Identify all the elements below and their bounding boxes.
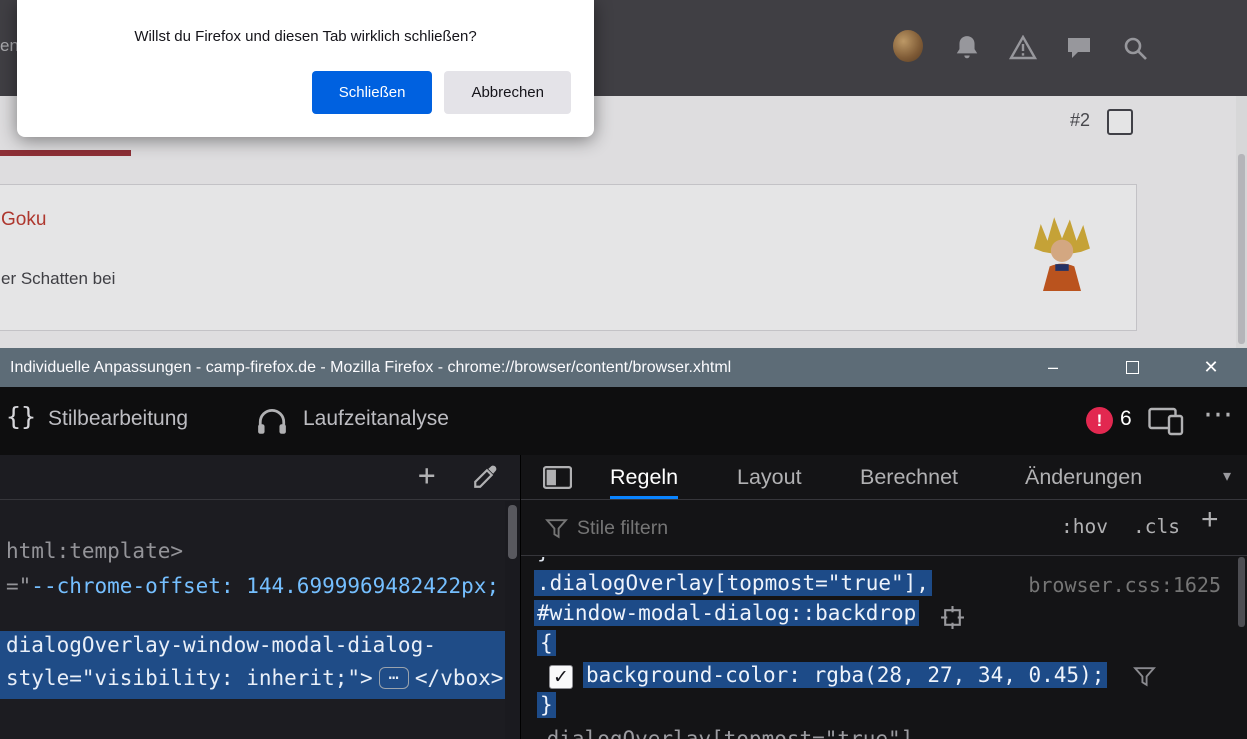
previous-rule-close-brace: } — [537, 557, 550, 563]
close-tab-dialog: Willst du Firefox und diesen Tab wirklic… — [17, 0, 594, 137]
rules-panel: Regeln Layout Berechnet Änderungen ▾ :ho… — [521, 455, 1247, 739]
markup-selected-id-text: dialogOverlay-window-modal-dialog- — [6, 633, 436, 657]
tab-style-editor[interactable]: Stilbearbeitung — [48, 407, 188, 431]
add-node-button[interactable]: + — [418, 458, 435, 492]
rules-scrollbar[interactable] — [1236, 557, 1247, 739]
tab-regeln[interactable]: Regeln — [610, 455, 678, 499]
warning-icon[interactable] — [1008, 33, 1038, 63]
markup-selected-line-1[interactable]: dialogOverlay-window-modal-dialog- — [6, 633, 436, 657]
avatar-image — [893, 30, 923, 62]
rule-close-brace: } — [537, 693, 556, 717]
window-titlebar[interactable]: Individuelle Anpassungen - camp-firefox.… — [0, 348, 1247, 387]
notifications-bell-icon[interactable] — [952, 33, 982, 63]
post-author-link[interactable]: Goku — [1, 209, 46, 231]
maximize-icon — [1126, 361, 1139, 374]
markup-line-template[interactable]: html:template> — [6, 539, 183, 563]
declaration-filter-icon[interactable] — [1133, 665, 1156, 693]
markup-style-attr: style="visibility: inherit;"> — [6, 666, 373, 690]
post-select-checkbox[interactable] — [1107, 109, 1133, 135]
page-scrollbar-thumb[interactable] — [1238, 154, 1245, 344]
dialog-buttons: Schließen Abbrechen — [312, 71, 571, 114]
markup-scrollbar[interactable] — [505, 501, 520, 739]
selector-text-1: .dialogOverlay[topmost="true"], — [534, 570, 932, 596]
page-scrollbar[interactable] — [1236, 96, 1247, 348]
post-number[interactable]: #2 — [1070, 110, 1090, 131]
tab-overflow-chevron-icon[interactable]: ▾ — [1223, 466, 1231, 486]
next-rule-selector-partial[interactable]: .dialogOverlay[topmost="true"] — [534, 727, 913, 739]
tab-berechnet[interactable]: Berechnet — [860, 455, 958, 499]
markup-attr-equals: =" — [6, 574, 31, 598]
style-editor-icon: {} — [6, 402, 36, 431]
minimize-button[interactable]: – — [1025, 348, 1081, 387]
close-button[interactable]: Schließen — [312, 71, 433, 114]
maximize-button[interactable] — [1104, 348, 1160, 387]
tab-layout[interactable]: Layout — [737, 455, 802, 499]
class-toggle[interactable]: .cls — [1133, 515, 1180, 538]
markup-selected-node[interactable]: dialogOverlay-window-modal-dialog- style… — [0, 631, 505, 699]
rule-selector-line-2[interactable]: #window-modal-dialog::backdrop — [534, 601, 919, 625]
rules-scrollbar-thumb[interactable] — [1238, 557, 1245, 627]
pseudo-class-toggle[interactable]: :hov — [1061, 515, 1108, 538]
tab-performance[interactable]: Laufzeitanalyse — [303, 407, 449, 431]
markup-chrome-offset-value: --chrome-offset: 144.6999969482422px; — [31, 574, 499, 598]
toggle-pane-icon[interactable] — [543, 465, 572, 495]
devtools-toolbar: {} Stilbearbeitung Laufzeitanalyse ! 6 ⋯ — [0, 387, 1247, 455]
responsive-design-mode-icon[interactable] — [1148, 406, 1184, 441]
add-rule-button[interactable]: + — [1201, 503, 1219, 537]
selector-highlighter-icon[interactable] — [940, 605, 965, 635]
rules-list: } .dialogOverlay[topmost="true"], browse… — [521, 557, 1247, 739]
markup-scrollbar-thumb[interactable] — [508, 505, 517, 559]
rule-open-brace: { — [537, 631, 556, 655]
rules-filterbar: :hov .cls + — [521, 501, 1247, 556]
devtools-menu-button[interactable]: ⋯ — [1203, 397, 1233, 432]
search-icon[interactable] — [1120, 33, 1150, 63]
rule-source-link[interactable]: browser.css:1625 — [1028, 573, 1221, 597]
error-count: 6 — [1120, 407, 1132, 431]
markup-line-chrome-offset[interactable]: ="--chrome-offset: 144.6999969482422px; — [6, 574, 499, 598]
markup-selected-line-2[interactable]: style="visibility: inherit;"> ⋯ </vbox> — [6, 666, 503, 690]
close-window-button[interactable]: ✕ — [1183, 348, 1239, 387]
user-avatar[interactable] — [893, 31, 923, 61]
firefox-window: en #2 Goku er Schatten bei — [0, 0, 1247, 739]
performance-icon — [256, 406, 288, 441]
selector-text-2: #window-modal-dialog::backdrop — [534, 600, 919, 626]
post-text: er Schatten bei — [1, 269, 115, 289]
eyedropper-icon[interactable] — [472, 464, 498, 495]
markup-view: + html:template> ="--chrome-offset: 144.… — [0, 455, 520, 739]
sidebar-tabbar: Regeln Layout Berechnet Änderungen ▾ — [521, 455, 1247, 500]
markup-closing-tag: </vbox> — [415, 666, 504, 690]
tab-aenderungen[interactable]: Änderungen — [1025, 455, 1142, 499]
close-brace-text: } — [537, 692, 556, 718]
markup-toolbar: + — [0, 455, 520, 500]
open-brace-text: { — [537, 630, 556, 656]
expand-node-pill[interactable]: ⋯ — [379, 667, 409, 689]
declaration-text: background-color: rgba(28, 27, 34, 0.45)… — [583, 662, 1107, 688]
markup-template-text: html:template> — [6, 539, 183, 563]
style-filter-input[interactable] — [577, 512, 897, 544]
filter-funnel-icon — [545, 517, 568, 545]
cancel-button[interactable]: Abbrechen — [444, 71, 571, 114]
devtools-inspector: + html:template> ="--chrome-offset: 144.… — [0, 455, 1247, 739]
rule-declaration[interactable]: background-color: rgba(28, 27, 34, 0.45)… — [583, 663, 1107, 687]
dialog-message: Willst du Firefox und diesen Tab wirklic… — [17, 28, 594, 45]
goku-avatar-image — [1028, 215, 1096, 296]
window-title: Individuelle Anpassungen - camp-firefox.… — [10, 348, 731, 387]
messages-icon[interactable] — [1064, 33, 1094, 63]
rule-selector-line-1[interactable]: .dialogOverlay[topmost="true"], — [534, 571, 932, 595]
active-tab-indicator — [0, 150, 131, 156]
error-count-badge[interactable]: ! — [1086, 407, 1113, 434]
forum-post-card: Goku er Schatten bei — [0, 184, 1137, 331]
declaration-checkbox[interactable]: ✓ — [549, 665, 573, 689]
